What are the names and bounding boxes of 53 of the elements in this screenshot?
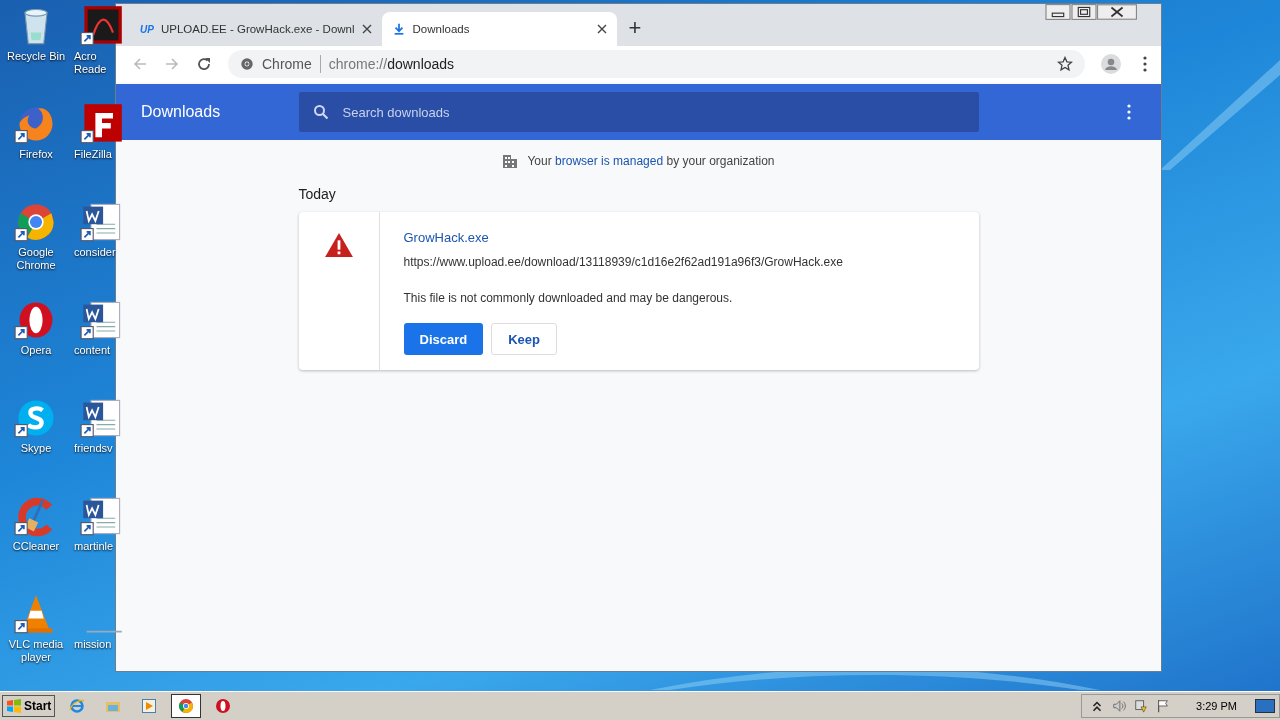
pdf-document-icon[interactable] <box>80 4 124 48</box>
desktop-icon-label[interactable]: CCleaner <box>12 540 60 553</box>
desktop-icon-label[interactable]: martinle <box>74 540 114 553</box>
minimize-icon[interactable] <box>1045 4 1071 20</box>
desktop-icon-label[interactable]: FileZilla <box>74 148 112 161</box>
page-title: Downloads <box>140 103 222 121</box>
desktop-icon-label[interactable]: Google Chrome <box>2 246 70 272</box>
desktop-icon-label[interactable]: mission <box>74 638 112 651</box>
close-icon[interactable] <box>596 24 607 34</box>
chrome-icon[interactable] <box>171 694 202 718</box>
start-button[interactable]: Start <box>2 695 56 717</box>
keep-button[interactable]: Keep <box>491 323 557 355</box>
address-url: chrome://downloads <box>328 56 456 72</box>
new-tab-button[interactable]: + <box>616 12 654 46</box>
star-icon[interactable] <box>1057 56 1073 72</box>
desktop-icon-label[interactable]: Firefox <box>19 148 53 161</box>
chrome-icon <box>240 57 254 71</box>
windows-logo-icon <box>6 698 22 714</box>
clock[interactable]: 3:29 PM <box>1196 700 1237 712</box>
warning-icon <box>323 232 354 258</box>
section-heading: Today <box>298 186 336 202</box>
profile-avatar-icon[interactable] <box>1101 54 1121 74</box>
desktop-icon-label[interactable]: VLC media player <box>2 638 70 664</box>
desktop-icon-label[interactable]: consider <box>74 246 114 259</box>
show-desktop-icon[interactable] <box>1255 699 1275 713</box>
address-bar[interactable]: Chrome chrome://downloads <box>228 50 1085 78</box>
search-icon <box>312 104 329 120</box>
browser-tab[interactable]: Downloads <box>381 12 617 46</box>
network-warning-icon[interactable] <box>1134 699 1149 713</box>
browser-tab[interactable]: UP UPLOAD.EE - GrowHack.exe - Downl <box>130 12 382 46</box>
managed-link[interactable]: browser is managed <box>555 154 664 168</box>
desktop-icon-label[interactable]: Skype <box>20 442 52 455</box>
flag-icon[interactable] <box>1156 699 1171 713</box>
close-icon[interactable] <box>361 24 372 34</box>
search-field[interactable]: Search downloads <box>298 92 979 132</box>
desktop-icon-label[interactable]: Recycle Bin <box>6 50 66 63</box>
desktop-icon-label[interactable]: content <box>74 344 111 357</box>
menu-icon[interactable] <box>1127 104 1131 120</box>
danger-warning: This file is not commonly downloaded and may be dangerous. <box>403 291 733 305</box>
menu-icon[interactable] <box>1143 56 1147 72</box>
managed-notice: Your browser is managed by your organization <box>527 154 775 168</box>
reload-icon[interactable] <box>196 56 212 72</box>
site-label: Chrome <box>262 56 312 72</box>
maximize-icon[interactable] <box>1071 4 1097 20</box>
building-icon <box>502 153 519 169</box>
discard-button[interactable]: Discard <box>403 323 484 355</box>
ftp-app-icon[interactable] <box>80 102 124 146</box>
close-icon[interactable] <box>1097 4 1137 20</box>
download-url: https://www.upload.ee/download/13118939/c1d16e2f62ad191a96f3/GrowHack.exe <box>403 255 843 269</box>
desktop-icon-label[interactable]: Acro Reade <box>74 50 114 76</box>
desktop-icon-label[interactable]: Opera <box>20 344 52 357</box>
file-name-link[interactable]: GrowHack.exe <box>403 230 489 245</box>
desktop-icon-label[interactable]: friendsv <box>74 442 113 455</box>
